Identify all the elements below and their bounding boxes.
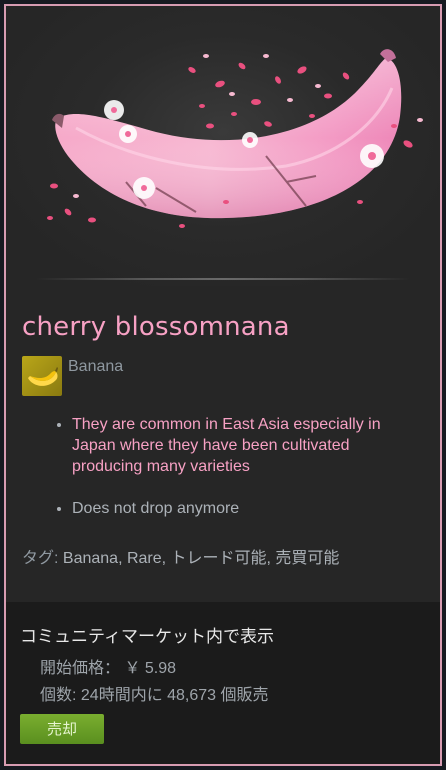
item-tags: タグ: Banana, Rare, トレード可能, 売買可能 (22, 544, 339, 568)
description-line: They are common in East Asia especially … (72, 414, 422, 477)
item-card: cherry blossomnana Banana They are commo… (4, 4, 442, 766)
game-name: Banana (68, 358, 124, 375)
item-image (6, 6, 440, 286)
item-name: cherry blossomnana (22, 312, 290, 342)
sell-button[interactable]: 売却 (20, 714, 104, 744)
market-section: コミュニティマーケット内で表示 開始価格： ￥ 5.98 個数: 24時間内に … (6, 602, 440, 764)
banana-image (47, 49, 423, 228)
item-description: They are common in East Asia especially … (26, 414, 422, 540)
sales-volume: 個数: 24時間内に 48,673 個販売 (40, 687, 269, 704)
tags-label: タグ: (22, 550, 63, 567)
divider (36, 278, 410, 280)
banana-game-icon (22, 356, 62, 396)
tags-values: Banana, Rare, トレード可能, 売買可能 (62, 550, 340, 567)
market-title: コミュニティマーケット内で表示 (20, 627, 274, 646)
description-line: Does not drop anymore (72, 498, 422, 519)
start-price: 開始価格： ￥ 5.98 (40, 660, 177, 677)
